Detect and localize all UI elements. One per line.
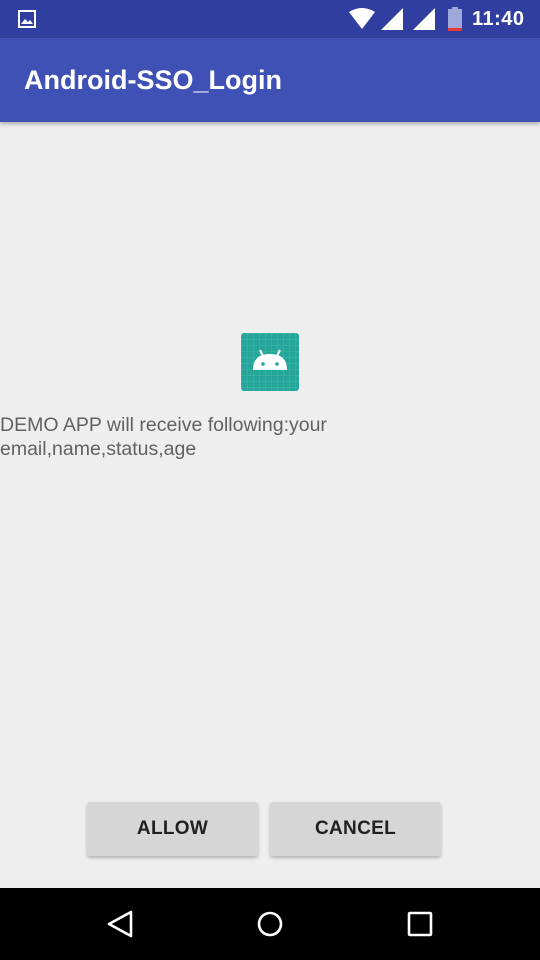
wifi-icon bbox=[349, 8, 375, 29]
signal-icon bbox=[381, 8, 403, 30]
clock: 11:40 bbox=[472, 8, 525, 30]
permission-message: DEMO APP will receive following:your ema… bbox=[0, 414, 327, 460]
back-icon[interactable] bbox=[102, 906, 138, 942]
app-title: Android-SSO_Login bbox=[24, 65, 282, 95]
status-bar: 11:40 bbox=[0, 0, 540, 38]
app-bar: Android-SSO_Login bbox=[0, 38, 540, 122]
home-icon[interactable] bbox=[252, 906, 288, 942]
screen: 11:40 Android-SSO_Login DEMO APP will re… bbox=[0, 0, 540, 960]
android-app-icon bbox=[241, 333, 299, 391]
gallery-icon bbox=[18, 10, 36, 28]
allow-button[interactable]: ALLOW bbox=[87, 802, 258, 856]
recents-icon[interactable] bbox=[402, 906, 438, 942]
signal-icon bbox=[413, 8, 435, 30]
navigation-bar bbox=[0, 888, 540, 960]
cancel-button[interactable]: CANCEL bbox=[270, 802, 441, 856]
battery-icon bbox=[448, 7, 462, 31]
